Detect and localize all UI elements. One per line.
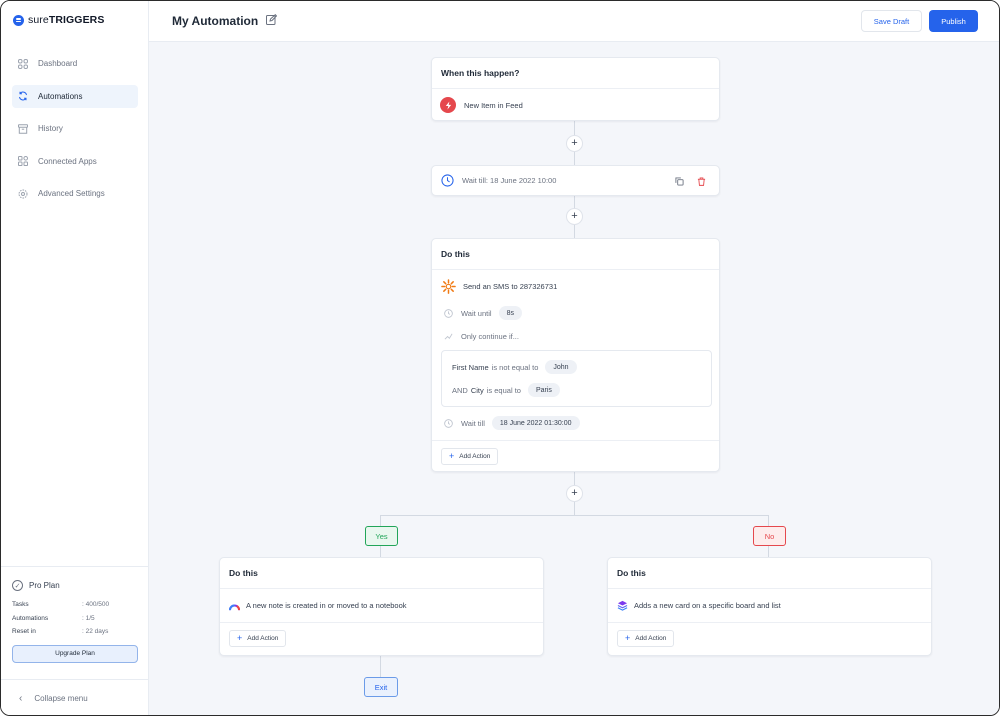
divider	[608, 622, 931, 623]
add-action-button[interactable]: + Add Action	[229, 630, 287, 647]
app-window: sureTRIGGERS Dashboard Automations Histo…	[0, 0, 1000, 716]
chevron-left-icon: ‹	[19, 693, 23, 704]
divider	[432, 440, 719, 441]
add-step-button[interactable]: +	[566, 135, 583, 152]
conditions-box: First Name is not equal to John AND City…	[441, 350, 712, 407]
sidebar-item-history[interactable]: History	[12, 117, 138, 140]
check-circle-icon: ✓	[12, 580, 23, 591]
trash-icon[interactable]	[694, 174, 708, 188]
lightning-app-icon	[440, 97, 456, 113]
wait-till-value: 18 June 2022 01:30:00	[491, 416, 580, 430]
left-branch-card[interactable]: Do this A new note is created in or move…	[219, 557, 544, 656]
wait-step-label: Wait till: 18 June 2022 10:00	[462, 176, 557, 185]
refresh-icon	[18, 91, 28, 101]
action-heading: Do this	[432, 239, 719, 270]
sidebar-item-label: Dashboard	[38, 59, 78, 68]
only-continue-row[interactable]: Only continue if...	[444, 332, 519, 341]
logo-icon	[13, 14, 24, 26]
apps-icon	[18, 156, 28, 166]
wait-until-row[interactable]: Wait until 8s	[444, 306, 522, 320]
right-branch-heading: Do this	[608, 558, 931, 589]
clock-icon	[444, 308, 453, 318]
logo[interactable]: sureTRIGGERS	[13, 14, 104, 26]
condition-row[interactable]: AND City is equal to Paris	[452, 383, 560, 397]
connector-line	[380, 656, 381, 678]
sidebar-item-connected-apps[interactable]: Connected Apps	[12, 150, 138, 173]
add-action-button[interactable]: + Add Action	[617, 630, 675, 647]
archive-icon	[18, 123, 28, 134]
plan-stat-tasks: Tasks : 400/500	[12, 601, 110, 609]
copy-icon[interactable]	[672, 174, 686, 188]
wait-until-value: 8s	[498, 306, 522, 320]
plus-icon: +	[237, 633, 243, 643]
exit-node[interactable]: Exit	[364, 677, 398, 697]
action-card[interactable]: Do this Send an SMS to 287326731 Wait un…	[431, 238, 720, 472]
add-step-button[interactable]: +	[566, 485, 583, 502]
plus-icon: +	[625, 633, 631, 643]
sidebar-item-dashboard[interactable]: Dashboard	[12, 52, 138, 75]
sms-action-item[interactable]: Send an SMS to 287326731	[441, 279, 557, 294]
sunburst-app-icon	[441, 279, 456, 294]
right-branch-item[interactable]: Adds a new card on a specific board and …	[617, 600, 781, 611]
clock-icon	[441, 174, 454, 187]
right-branch-card[interactable]: Do this Adds a new card on a specific bo…	[607, 557, 932, 656]
plan-stat-reset: Reset in : 22 days	[12, 628, 109, 636]
sidebar-item-label: Advanced Settings	[38, 189, 105, 198]
arc-app-icon	[229, 600, 240, 611]
plan-panel: ✓ Pro Plan Tasks : 400/500 Automations :…	[1, 566, 149, 663]
sidebar-item-advanced-settings[interactable]: Advanced Settings	[12, 182, 138, 205]
wait-step-card[interactable]: Wait till: 18 June 2022 10:00	[431, 165, 720, 196]
stack-app-icon	[617, 600, 628, 611]
connector-line	[380, 515, 769, 516]
gear-icon	[18, 189, 28, 199]
page-title: My Automation	[172, 14, 278, 28]
sidebar-item-label: Automations	[38, 91, 83, 101]
sidebar-item-automations[interactable]: Automations	[12, 84, 138, 108]
left-branch-heading: Do this	[220, 558, 543, 589]
left-branch-item[interactable]: A new note is created in or moved to a n…	[229, 600, 407, 611]
clock-icon	[444, 418, 453, 428]
sidebar-item-label: Connected Apps	[38, 156, 97, 166]
wait-till-row[interactable]: Wait till 18 June 2022 01:30:00	[444, 416, 580, 430]
plus-icon: +	[449, 451, 455, 461]
sidebar: sureTRIGGERS Dashboard Automations Histo…	[1, 1, 149, 715]
trigger-item[interactable]: New Item in Feed	[432, 89, 719, 121]
divider	[220, 622, 543, 623]
condition-value: Paris	[527, 383, 560, 397]
plan-stat-automations: Automations : 1/5	[12, 614, 95, 622]
logo-text-bold: TRIGGERS	[48, 14, 105, 26]
grid-icon	[18, 58, 28, 69]
sidebar-nav: Dashboard Automations History Connected …	[12, 52, 138, 215]
condition-value: John	[545, 360, 577, 374]
filter-icon	[444, 332, 453, 341]
logo-text-light: sure	[28, 14, 49, 26]
condition-row[interactable]: First Name is not equal to John	[452, 360, 577, 374]
save-draft-button[interactable]: Save Draft	[861, 10, 922, 32]
upgrade-plan-button[interactable]: Upgrade Plan	[12, 644, 138, 663]
edit-icon[interactable]	[266, 14, 278, 28]
sidebar-item-label: History	[38, 124, 63, 133]
top-header: My Automation Save Draft Publish	[149, 1, 999, 42]
add-action-button[interactable]: + Add Action	[441, 448, 499, 465]
plan-title: ✓ Pro Plan	[12, 580, 138, 591]
trigger-heading: When this happen?	[432, 58, 719, 89]
yes-branch-tag[interactable]: Yes	[365, 526, 398, 546]
collapse-menu-button[interactable]: ‹ Collapse menu	[1, 679, 149, 715]
add-step-button[interactable]: +	[566, 208, 583, 225]
workflow-canvas[interactable]: When this happen? New Item in Feed + Wai…	[149, 42, 999, 715]
publish-button[interactable]: Publish	[929, 10, 978, 32]
trigger-card[interactable]: When this happen? New Item in Feed	[431, 57, 720, 121]
no-branch-tag[interactable]: No	[753, 526, 786, 546]
